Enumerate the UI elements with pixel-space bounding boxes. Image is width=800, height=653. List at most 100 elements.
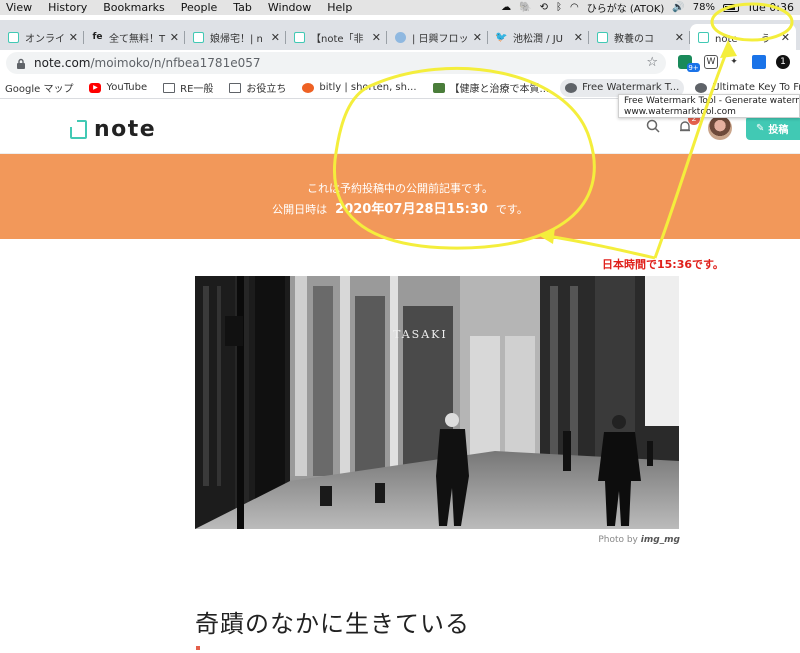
close-tab-icon[interactable]: ✕ xyxy=(574,31,583,44)
lock-icon[interactable] xyxy=(16,58,26,69)
note-icon xyxy=(597,31,608,43)
folder-icon xyxy=(163,82,176,93)
shop-sign-text: TASAKI xyxy=(393,328,448,341)
post-button[interactable]: ✎ 投稿 xyxy=(746,116,800,140)
address-bar[interactable]: note.com/moimoko/n/nfbea1781e057 ☆ xyxy=(6,52,666,74)
chat-extension-icon[interactable] xyxy=(752,55,766,69)
bookmark-item[interactable]: ▶ YouTube xyxy=(84,82,152,93)
note-logo-text: note xyxy=(94,117,157,142)
extension-badge: 9+ xyxy=(687,63,700,72)
bookmark-item[interactable]: bitly | shorten, sh... xyxy=(297,82,421,93)
browser-tab[interactable]: note ——う ✕ xyxy=(690,24,796,50)
volume-icon[interactable]: 🔊 xyxy=(672,2,684,13)
pencil-icon: ✎ xyxy=(756,122,765,134)
url-host: note.com xyxy=(34,56,91,70)
browser-tab[interactable]: 【note「非 ✕ xyxy=(286,24,387,50)
menu-tab[interactable]: Tab xyxy=(225,1,260,14)
time-machine-icon[interactable]: ⟲ xyxy=(540,2,548,13)
close-tab-icon[interactable]: ✕ xyxy=(675,31,684,44)
tooltip-title: Free Watermark Tool - Generate watermark xyxy=(624,96,800,106)
banner-datetime: 2020年07月28日15:30 xyxy=(335,202,488,217)
banner-prefix: 公開日時は xyxy=(272,203,328,216)
bookmark-label: 【健康と治療で本質... xyxy=(449,84,550,95)
wifi-icon[interactable]: ◠ xyxy=(570,2,579,13)
menu-bookmarks[interactable]: Bookmarks xyxy=(95,1,172,14)
tab-title: note ——う xyxy=(715,33,771,45)
photo-credit-prefix: Photo by xyxy=(598,535,638,545)
browser-toolbar: note.com/moimoko/n/nfbea1781e057 ☆ 9+ W … xyxy=(0,50,800,77)
tab-title: 【note「非 xyxy=(311,33,364,45)
note-icon xyxy=(193,31,204,43)
menu-window[interactable]: Window xyxy=(260,1,319,14)
evernote-icon[interactable]: 🐘 xyxy=(519,2,531,13)
user-avatar[interactable] xyxy=(708,116,732,140)
bookmark-label: お役立ち xyxy=(246,84,287,95)
bookmark-label: Free Watermark T... xyxy=(582,82,680,93)
tab-title: 教養のコ xyxy=(614,33,654,45)
bookmark-label: bitly | shorten, sh... xyxy=(319,82,417,93)
text-icon: fe xyxy=(92,32,103,42)
browser-tab[interactable]: 娘帰宅！| n ✕ xyxy=(185,24,286,50)
close-tab-icon[interactable]: ✕ xyxy=(372,31,381,44)
close-tab-icon[interactable]: ✕ xyxy=(170,31,179,44)
bookmark-label: RE一般 xyxy=(180,84,214,95)
note-logo-icon xyxy=(69,119,87,139)
note-icon xyxy=(294,31,305,43)
bookmark-tooltip: Free Watermark Tool - Generate watermark… xyxy=(618,94,800,118)
bookmark-label: Ultimate Key To Fr... xyxy=(712,82,800,93)
clock[interactable]: Tue 0:36 xyxy=(747,1,794,14)
robot-icon xyxy=(395,31,406,43)
battery-percent[interactable]: 78% xyxy=(693,2,715,13)
bluetooth-icon[interactable]: ᛒ xyxy=(556,2,562,13)
banner-publish-line: 公開日時は 2020年07月28日15:30 です。 xyxy=(0,198,800,217)
bookmark-item[interactable]: Google マップ xyxy=(0,80,78,95)
cloud-icon[interactable]: ☁ xyxy=(501,2,511,13)
url-path: /moimoko/n/nfbea1781e057 xyxy=(90,56,261,70)
battery-icon[interactable] xyxy=(723,3,739,12)
close-tab-icon[interactable]: ✕ xyxy=(271,31,280,44)
dropbox-icon[interactable]: ✦ xyxy=(727,55,741,69)
close-tab-icon[interactable]: ✕ xyxy=(781,31,790,44)
annotation-text: 日本時間で15:36です。 xyxy=(602,258,724,271)
note-logo[interactable]: note xyxy=(69,117,157,142)
bookmark-star-icon[interactable]: ☆ xyxy=(646,55,658,70)
twitter-icon: 🐦 xyxy=(495,31,508,43)
browser-tab[interactable]: 🐦 池松潤 / JU ✕ xyxy=(488,24,589,50)
globe-icon xyxy=(695,82,708,93)
watermark-extension-icon[interactable]: W xyxy=(704,55,718,69)
tab-title: オンライン・ xyxy=(25,33,65,45)
note-icon xyxy=(8,31,19,43)
photo-credit: Photo by img_mg xyxy=(560,535,680,545)
tab-title: 娘帰宅！| n xyxy=(210,33,263,45)
menu-help[interactable]: Help xyxy=(319,1,360,14)
post-button-label: 投稿 xyxy=(768,124,789,136)
bookmark-item[interactable]: お役立ち xyxy=(224,80,291,95)
menu-people[interactable]: People xyxy=(173,1,226,14)
ime-indicator[interactable]: ひらがな (ATOK) xyxy=(587,0,665,15)
photo-credit-user[interactable]: img_mg xyxy=(641,535,680,545)
banner-message: これは予約投稿中の公開前記事です。 xyxy=(307,182,493,195)
browser-tab[interactable]: fe 全て無料！T ✕ xyxy=(84,24,185,50)
mac-menu-bar: View History Bookmarks People Tab Window… xyxy=(0,0,800,15)
browser-tab[interactable]: 教養のコ ✕ xyxy=(589,24,690,50)
close-tab-icon[interactable]: ✕ xyxy=(473,31,482,44)
banner-suffix: です。 xyxy=(495,203,528,216)
bookmark-item[interactable]: RE一般 xyxy=(158,80,218,95)
status-area: ☁ 🐘 ⟲ ᛒ ◠ ひらがな (ATOK) 🔊 78% Tue 0:36 xyxy=(501,0,794,15)
search-icon[interactable] xyxy=(646,119,660,133)
menu-history[interactable]: History xyxy=(40,1,95,14)
tab-strip: オンライン・ ✕ fe 全て無料！T ✕ 娘帰宅！| n ✕ 【note「非 ✕ | 日興フロッ ✕… xyxy=(0,20,800,50)
article-title: 奇蹟のなかに生きている xyxy=(195,610,470,638)
street-photo: TASAKI xyxy=(195,276,679,529)
note-icon xyxy=(698,31,709,43)
tab-title: 池松潤 / JU xyxy=(513,33,563,45)
bookmark-item[interactable]: Ultimate Key To Fr... xyxy=(690,82,800,93)
browser-tab[interactable]: | 日興フロッ ✕ xyxy=(387,24,488,50)
profile-extension-icon[interactable]: 1 xyxy=(776,55,790,69)
bitly-icon xyxy=(302,82,315,93)
tooltip-url: www.watermarktool.com xyxy=(624,107,736,117)
close-tab-icon[interactable]: ✕ xyxy=(69,31,78,44)
bookmark-item[interactable]: 【健康と治療で本質... xyxy=(428,80,555,95)
browser-tab[interactable]: オンライン・ ✕ xyxy=(0,24,84,50)
menu-view[interactable]: View xyxy=(0,1,40,14)
